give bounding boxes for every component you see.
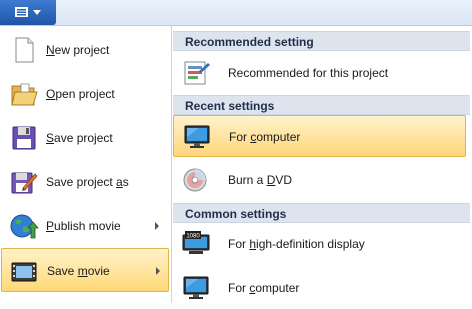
menu-item-label: Publish movie	[46, 219, 121, 233]
recommended-settings-icon	[184, 61, 210, 85]
save-project-item[interactable]: Save project	[1, 116, 169, 160]
common-for-computer-item[interactable]: For computer	[173, 267, 465, 309]
menu-item-label: Burn a DVD	[228, 173, 293, 187]
submenu-arrow-icon	[156, 267, 160, 275]
application-menu-commands: New project Open project Save project Sa…	[0, 26, 171, 303]
computer-monitor-icon	[184, 125, 210, 148]
burn-a-dvd-item[interactable]: Burn a DVD	[173, 159, 465, 201]
menu-item-label: For computer	[229, 130, 301, 144]
svg-text:1080: 1080	[186, 234, 200, 240]
menu-item-label: Save project as	[46, 175, 129, 189]
save-movie-submenu: Recommended setting Recommended for this…	[172, 26, 472, 303]
save-project-as-item[interactable]: Save project as	[1, 160, 169, 204]
computer-monitor-icon	[183, 276, 209, 299]
caret-down-icon	[33, 10, 41, 15]
open-project-icon	[11, 83, 38, 106]
save-movie-icon	[11, 262, 37, 282]
dvd-disc-icon	[183, 168, 207, 192]
save-project-as-icon	[11, 172, 38, 194]
open-project-item[interactable]: Open project	[1, 72, 169, 116]
submenu-arrow-icon	[155, 222, 159, 230]
menu-item-label: For computer	[228, 281, 300, 295]
menu-item-label: New project	[46, 43, 110, 57]
application-menu: New project Open project Save project Sa…	[0, 25, 472, 303]
menu-icon	[15, 7, 28, 17]
application-menu-button[interactable]	[0, 0, 56, 25]
save-project-icon	[12, 126, 36, 150]
section-header-recent: Recent settings	[173, 95, 470, 115]
menu-item-label: Save project	[46, 131, 113, 145]
section-header-common: Common settings	[173, 203, 470, 223]
new-project-icon	[15, 37, 34, 63]
menu-item-label: Recommended for this project	[228, 66, 389, 80]
recommended-for-project-item[interactable]: Recommended for this project	[173, 52, 465, 94]
save-movie-item[interactable]: Save movie	[1, 248, 169, 292]
menu-item-label: Open project	[46, 87, 115, 101]
new-project-item[interactable]: New project	[1, 28, 169, 72]
menu-item-label: For high-definition display	[228, 237, 365, 251]
recent-for-computer-item[interactable]: For computer	[173, 115, 466, 157]
ribbon-top-bar	[0, 0, 472, 26]
publish-movie-icon	[10, 214, 39, 239]
section-header-recommended: Recommended setting	[173, 31, 470, 51]
hd-display-icon: 1080	[182, 231, 210, 254]
hd-display-item[interactable]: 1080 For high-definition display	[173, 223, 465, 265]
publish-movie-item[interactable]: Publish movie	[1, 204, 169, 248]
menu-item-label: Save movie	[47, 264, 110, 278]
